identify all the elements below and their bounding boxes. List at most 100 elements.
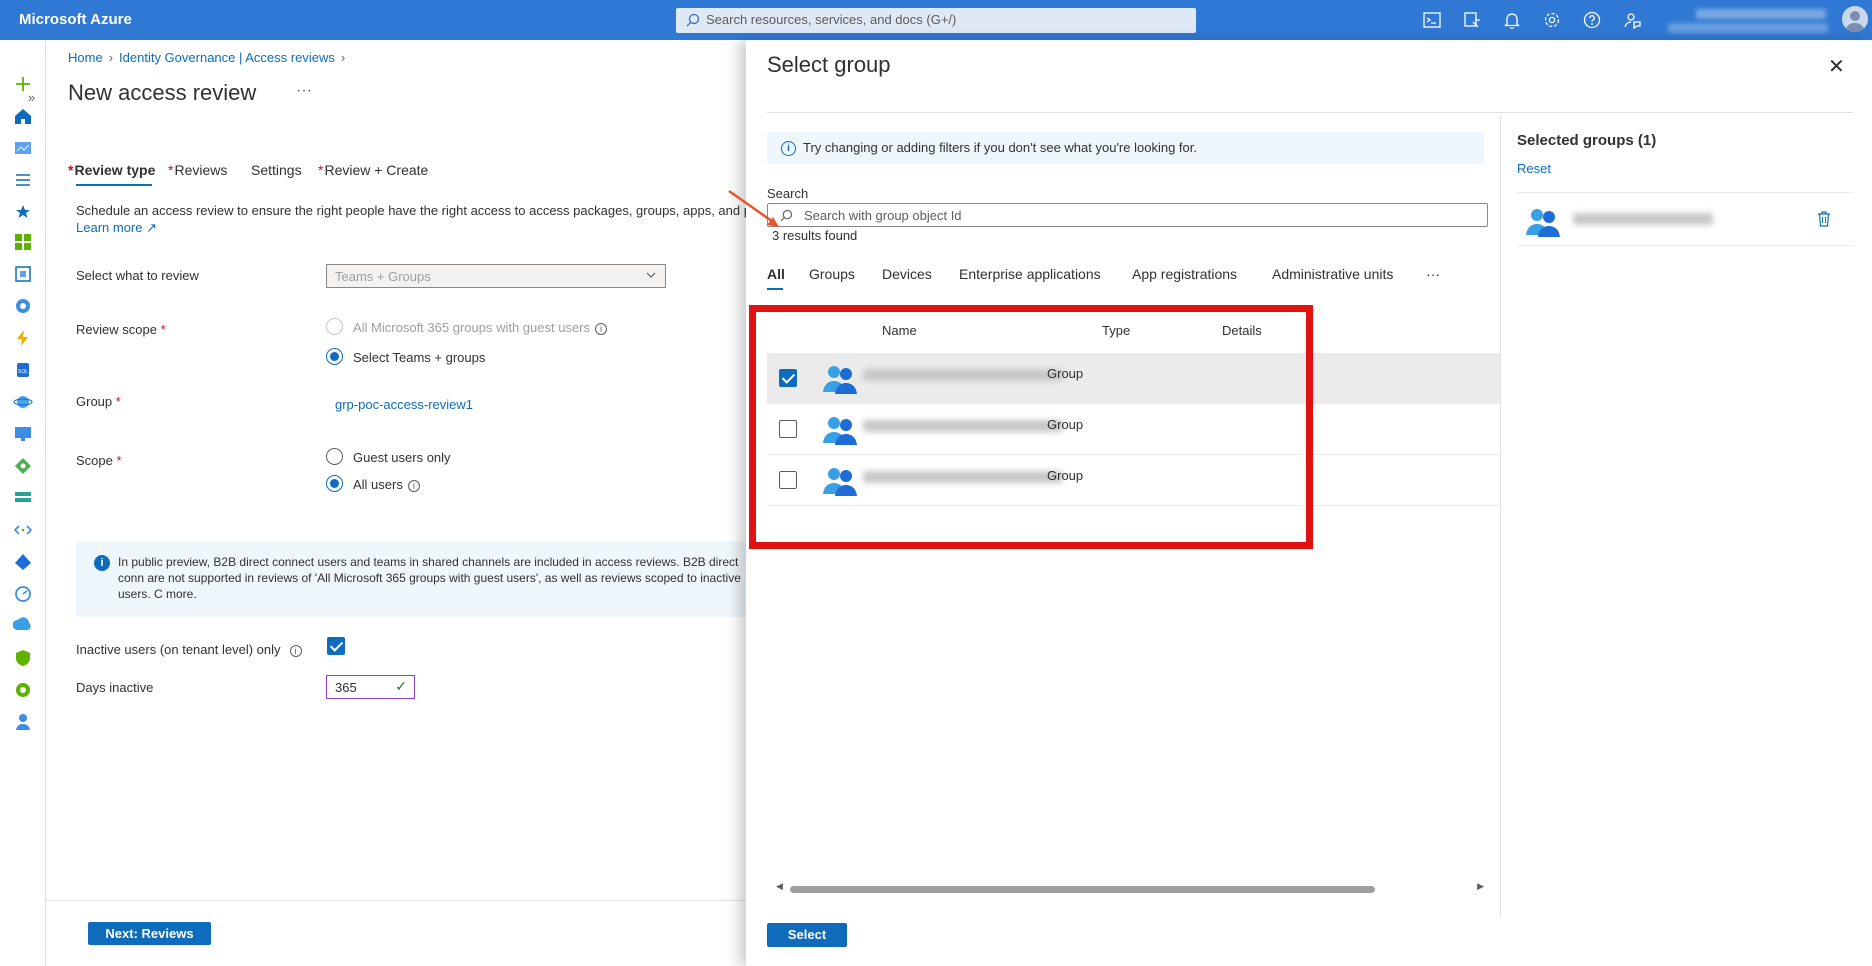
feedback-icon[interactable] (1622, 10, 1642, 30)
panel-divider (767, 112, 1853, 113)
info-icon: i (407, 479, 420, 492)
valid-check-icon: ✓ (395, 678, 407, 694)
all-users-label: All users i (353, 477, 420, 492)
home-icon[interactable] (13, 106, 33, 126)
breadcrumb-access-reviews[interactable]: Identity Governance | Access reviews (119, 50, 335, 65)
filter-tab-devices[interactable]: Devices (882, 266, 932, 282)
select-button[interactable]: Select (767, 923, 847, 947)
selected-group-item (1517, 192, 1853, 246)
selected-groups-title: Selected groups (1) (1517, 132, 1657, 149)
horizontal-scrollbar[interactable]: ◀ ▶ (776, 881, 1484, 894)
days-inactive-label: Days inactive (76, 680, 154, 695)
tab-review-type[interactable]: *Review type (68, 162, 155, 178)
annotation-arrow-icon (728, 189, 779, 227)
directory-filter-icon[interactable] (1462, 10, 1482, 30)
active-tab-indicator (76, 184, 152, 186)
filter-tab-app-registrations[interactable]: App registrations (1132, 266, 1237, 282)
storage-accounts-icon[interactable] (13, 488, 33, 508)
filter-info-banner: i Try changing or adding filters if you … (767, 132, 1484, 164)
close-icon[interactable]: ✕ (1828, 54, 1845, 79)
filter-tab-all[interactable]: All (767, 266, 785, 282)
cosmos-db-icon[interactable] (13, 392, 33, 412)
select-what-dropdown[interactable]: Teams + Groups (326, 264, 666, 288)
dashboard-icon[interactable] (13, 138, 33, 158)
scope-all-m365-label: All Microsoft 365 groups with guest user… (353, 320, 607, 335)
review-scope-label: Review scope * (76, 322, 166, 337)
panel-column-divider (1500, 116, 1501, 916)
brand-label[interactable]: Microsoft Azure (19, 11, 132, 28)
breadcrumb-home[interactable]: Home (68, 50, 103, 65)
tab-reviews[interactable]: *Reviews (168, 162, 227, 178)
highlight-box (749, 305, 1313, 549)
filter-tab-enterprise-apps[interactable]: Enterprise applications (959, 266, 1101, 282)
chevron-down-icon (646, 272, 656, 278)
scope-all-m365-radio[interactable] (326, 318, 343, 335)
entra-id-icon[interactable] (13, 552, 33, 572)
global-search-input[interactable]: Search resources, services, and docs (G+… (676, 8, 1196, 33)
page-title: New access review (68, 80, 257, 105)
selected-group-name-redacted (1573, 213, 1713, 225)
account-info[interactable] (1668, 3, 1838, 37)
svg-text:SQL: SQL (18, 369, 28, 375)
group-icon (1526, 209, 1560, 237)
advisor-icon[interactable] (12, 616, 33, 636)
all-users-radio[interactable] (326, 475, 343, 492)
preview-info-banner: i In public preview, B2B direct connect … (76, 541, 752, 617)
days-inactive-input[interactable]: 365 ✓ (326, 675, 415, 699)
all-resources-icon[interactable] (13, 232, 33, 252)
sql-database-icon[interactable]: SQL (13, 360, 33, 380)
scope-select-teams-radio[interactable] (326, 348, 343, 365)
app-services-icon[interactable] (13, 296, 33, 316)
inactive-users-label: Inactive users (on tenant level) only i (76, 642, 302, 657)
group-label: Group * (76, 394, 121, 409)
create-resource-icon[interactable] (13, 74, 33, 94)
panel-title: Select group (767, 52, 891, 77)
learn-more-link[interactable]: Learn more ↗ (76, 220, 157, 235)
monitor-icon[interactable] (13, 584, 33, 604)
favorites-icon[interactable] (13, 202, 33, 222)
scroll-left-icon: ◀ (776, 881, 783, 891)
top-bar: Microsoft Azure Search resources, servic… (0, 0, 1872, 40)
cost-management-icon[interactable] (13, 680, 33, 700)
select-group-panel: Select group ✕ i Try changing or adding … (746, 40, 1872, 966)
left-rail: » SQL (0, 40, 46, 966)
select-what-label: Select what to review (76, 268, 199, 283)
guest-users-radio[interactable] (326, 448, 343, 465)
avatar[interactable] (1842, 6, 1868, 32)
notifications-icon[interactable] (1502, 10, 1522, 30)
filter-tab-admin-units[interactable]: Administrative units (1272, 266, 1393, 282)
resource-groups-icon[interactable] (13, 264, 33, 284)
cloud-shell-icon[interactable] (1422, 10, 1442, 30)
global-search-placeholder: Search resources, services, and docs (G+… (706, 12, 957, 27)
delete-icon[interactable] (1817, 211, 1831, 227)
reset-link[interactable]: Reset (1517, 161, 1551, 176)
guest-users-label: Guest users only (353, 450, 451, 465)
group-link[interactable]: grp-poc-access-review1 (335, 397, 473, 412)
load-balancer-icon[interactable] (13, 456, 33, 476)
more-actions-button[interactable]: ··· (296, 82, 312, 100)
next-reviews-button[interactable]: Next: Reviews (88, 922, 211, 945)
breadcrumb: Home › Identity Governance | Access review… (68, 50, 346, 65)
all-services-icon[interactable] (13, 170, 33, 190)
active-filter-indicator (767, 288, 783, 290)
tab-settings[interactable]: Settings (250, 162, 302, 178)
tab-review-create[interactable]: *Review + Create (318, 162, 428, 178)
scope-select-teams-label: Select Teams + groups (353, 350, 486, 365)
inactive-users-checkbox[interactable] (327, 637, 345, 655)
function-app-icon[interactable] (13, 328, 33, 348)
group-search-input[interactable]: Search with group object Id (767, 203, 1488, 227)
info-icon: i (289, 644, 302, 657)
scope-label: Scope * (76, 453, 122, 468)
info-icon: i (94, 555, 110, 571)
virtual-networks-icon[interactable] (13, 520, 33, 540)
preview-info-text: In public preview, B2B direct connect us… (118, 555, 741, 601)
security-center-icon[interactable] (13, 648, 33, 668)
help-icon[interactable] (1582, 10, 1602, 30)
virtual-machines-icon[interactable] (13, 424, 33, 444)
filter-tab-groups[interactable]: Groups (809, 266, 855, 282)
search-icon (686, 13, 700, 27)
scrollbar-thumb[interactable] (790, 886, 1375, 893)
more-tabs-button[interactable]: ··· (1426, 266, 1440, 282)
help-support-icon[interactable] (13, 712, 33, 732)
settings-icon[interactable] (1542, 10, 1562, 30)
